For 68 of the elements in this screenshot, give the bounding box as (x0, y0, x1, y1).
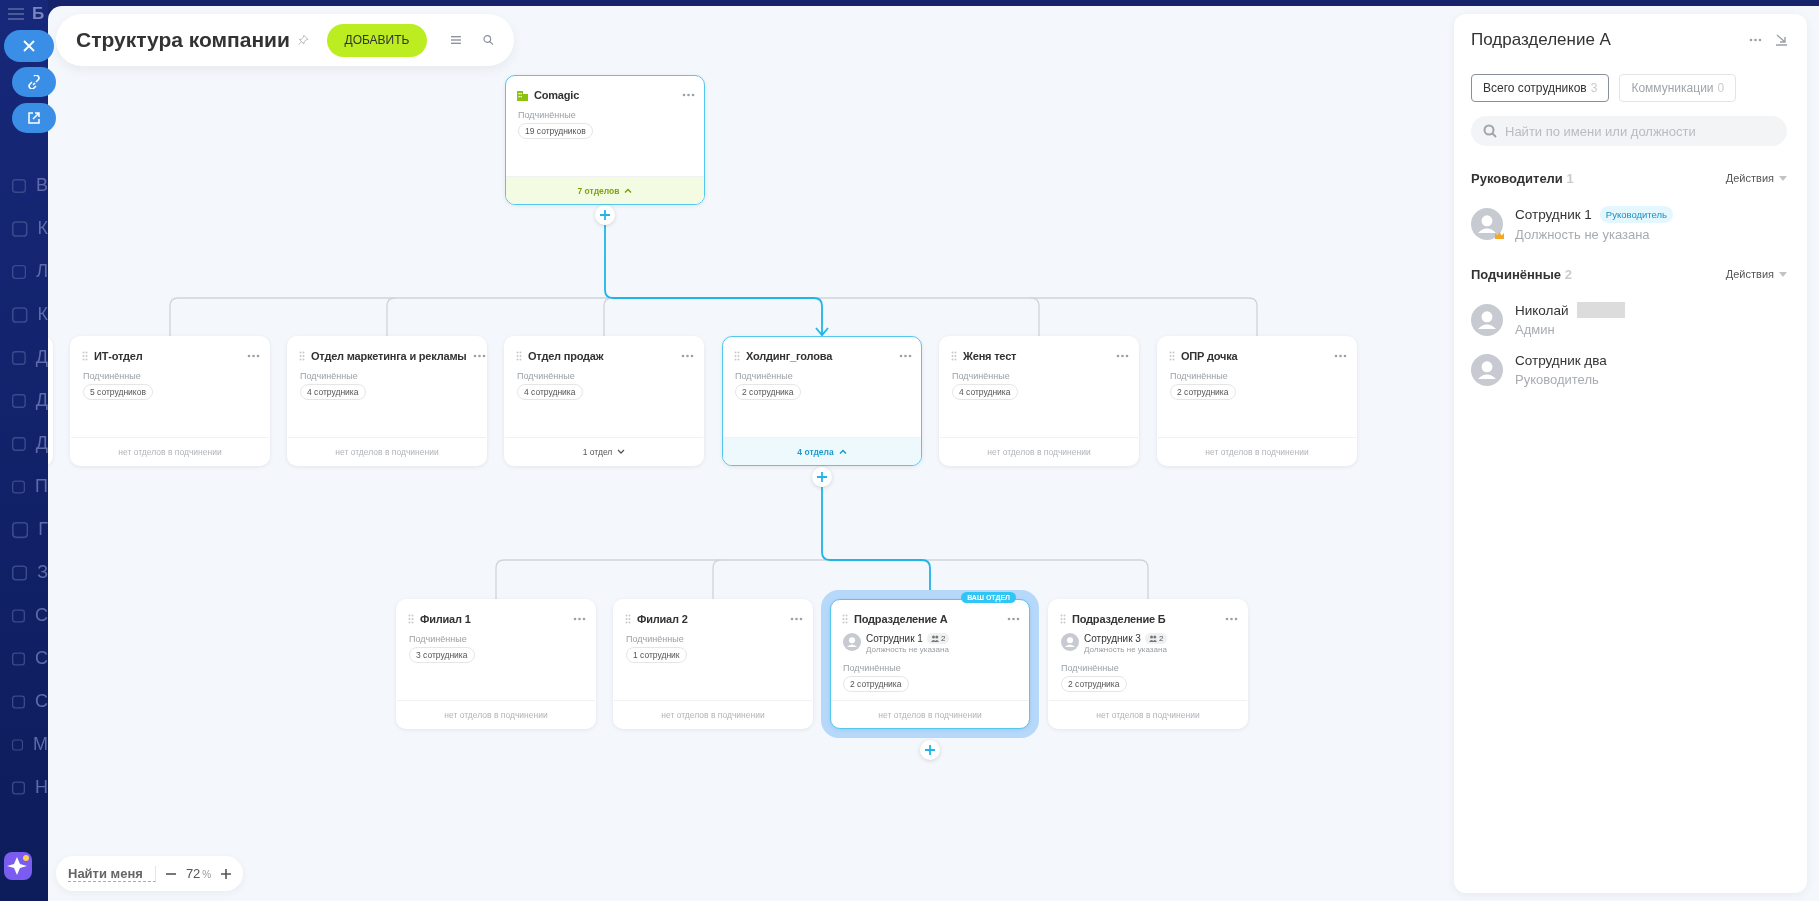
add-button[interactable]: ДОБАВИТЬ (326, 23, 428, 57)
subordinates-label: Подчинённые (83, 371, 142, 381)
subordinates-label: Подчинённые (409, 634, 468, 644)
subdepartments-text: 1 отдел (582, 446, 613, 457)
org-card[interactable]: Холдинг_голова Подчинённые 2 сотрудника 4 отдела (722, 336, 922, 466)
subordinates-label: Подчинённые (518, 110, 577, 120)
card-title: ИТ-отдел (94, 350, 144, 362)
card-title: Филиал 1 (420, 613, 472, 625)
subordinates-label: Подчинённые (517, 371, 576, 381)
team-count: 2 (1158, 634, 1164, 643)
subdepartments-text: 4 отдела (797, 446, 834, 457)
card-title: Женя тест (963, 350, 1018, 362)
subdepartments-text: нет отделов в подчинении (1205, 446, 1309, 457)
subdepartments-text: нет отделов в подчинении (444, 709, 548, 720)
subdepartments-text: нет отделов в подчинении (987, 446, 1091, 457)
app-title: Б (32, 4, 45, 24)
employee-name[interactable]: Сотрудник 1 (1515, 207, 1592, 222)
employee-position: Админ (1515, 322, 1556, 337)
org-card[interactable]: Филиал 1 Подчинённые 3 сотрудника нет отделов в подчинении (396, 599, 596, 729)
employee-name[interactable]: Сотрудник два (1515, 353, 1607, 368)
subordinates-label: Подчинённые (952, 371, 1011, 381)
find-me-link[interactable]: Найти меня (68, 865, 156, 882)
card-title: Филиал 2 (637, 613, 689, 625)
org-card[interactable]: Отдел продаж Подчинённые 4 сотрудника 1 отдел (504, 336, 704, 466)
subordinates-label: Подчинённые (1170, 371, 1229, 381)
zoom-value: 72 (185, 866, 201, 881)
org-card[interactable]: Филиал 2 Подчинённые 1 сотрудник нет отделов в подчинении (613, 599, 813, 729)
actions-dropdown[interactable]: Действия (1725, 268, 1787, 280)
card-title: Холдинг_голова (746, 350, 834, 362)
card-title: Подразделение А (854, 613, 949, 625)
card-title: Отдел маркетинга и рекламы (311, 350, 467, 362)
subdepartments-text: нет отделов в подчинении (878, 709, 982, 720)
search-input[interactable]: Найти по имени или должности (1503, 122, 1775, 140)
role-badge: Руководитель (1599, 206, 1674, 223)
subordinates-label: Подчинённые (843, 663, 902, 673)
employee-name[interactable]: Сотрудник 3 (1084, 633, 1141, 644)
subordinates-label: Подчинённые (300, 371, 359, 381)
team-count: 2 (940, 634, 946, 643)
employee-name[interactable]: Николай (1515, 302, 1569, 318)
org-card[interactable]: Женя тест Подчинённые 4 сотрудника нет отделов в подчинении (939, 336, 1139, 466)
subdepartments-text: нет отделов в подчинении (118, 446, 222, 457)
org-card[interactable]: ИТ-отдел Подчинённые 5 сотрудников нет отделов в подчинении (70, 336, 270, 466)
footer-bar[interactable]: 1 отдел (505, 437, 703, 465)
employee-position: Должность не указана (1084, 645, 1168, 654)
org-card[interactable]: Comagic Подчинённые 19 сотрудников 7 отделов (505, 75, 705, 205)
employee-name[interactable]: Сотрудник 1 (866, 633, 923, 644)
card-title: Отдел продаж (528, 350, 605, 362)
page-title: Структура компании (76, 28, 290, 52)
card-title: ОПР дочка (1181, 350, 1239, 362)
subdepartments-text: нет отделов в подчинении (335, 446, 439, 457)
employee-position: Должность не указана (866, 645, 950, 654)
card-title: Подразделение Б (1072, 613, 1167, 625)
card-title: Comagic (534, 89, 581, 101)
zoom-unit: % (202, 869, 212, 880)
org-card[interactable]: ОПР дочка Подчинённые 2 сотрудника нет отделов в подчинении (1157, 336, 1357, 466)
employee-position: Должность не указана (1515, 227, 1651, 242)
actions-dropdown[interactable]: Действия (1725, 172, 1787, 184)
panel-title: Подразделение А (1471, 30, 1612, 50)
subdepartments-text: 7 отделов (577, 185, 620, 196)
search-field[interactable]: Найти по имени или должности (1471, 116, 1787, 146)
org-card[interactable]: Отдел маркетинга и рекламы Подчинённые 4 сотрудника нет отделов в подчинении (287, 336, 487, 466)
subordinates-label: Подчинённые (1061, 663, 1120, 673)
subdepartments-text: нет отделов в подчинении (661, 709, 765, 720)
employee-position: Руководитель (1515, 372, 1600, 387)
subordinates-label: Подчинённые (626, 634, 685, 644)
subordinates-label: Подчинённые (735, 371, 794, 381)
org-card[interactable]: Подразделение Б Сотрудник 3 2 Должность не указана Подчинённые 2 сотрудника нет отделов в подчинении (1048, 599, 1248, 729)
subdepartments-text: нет отделов в подчинении (1096, 709, 1200, 720)
